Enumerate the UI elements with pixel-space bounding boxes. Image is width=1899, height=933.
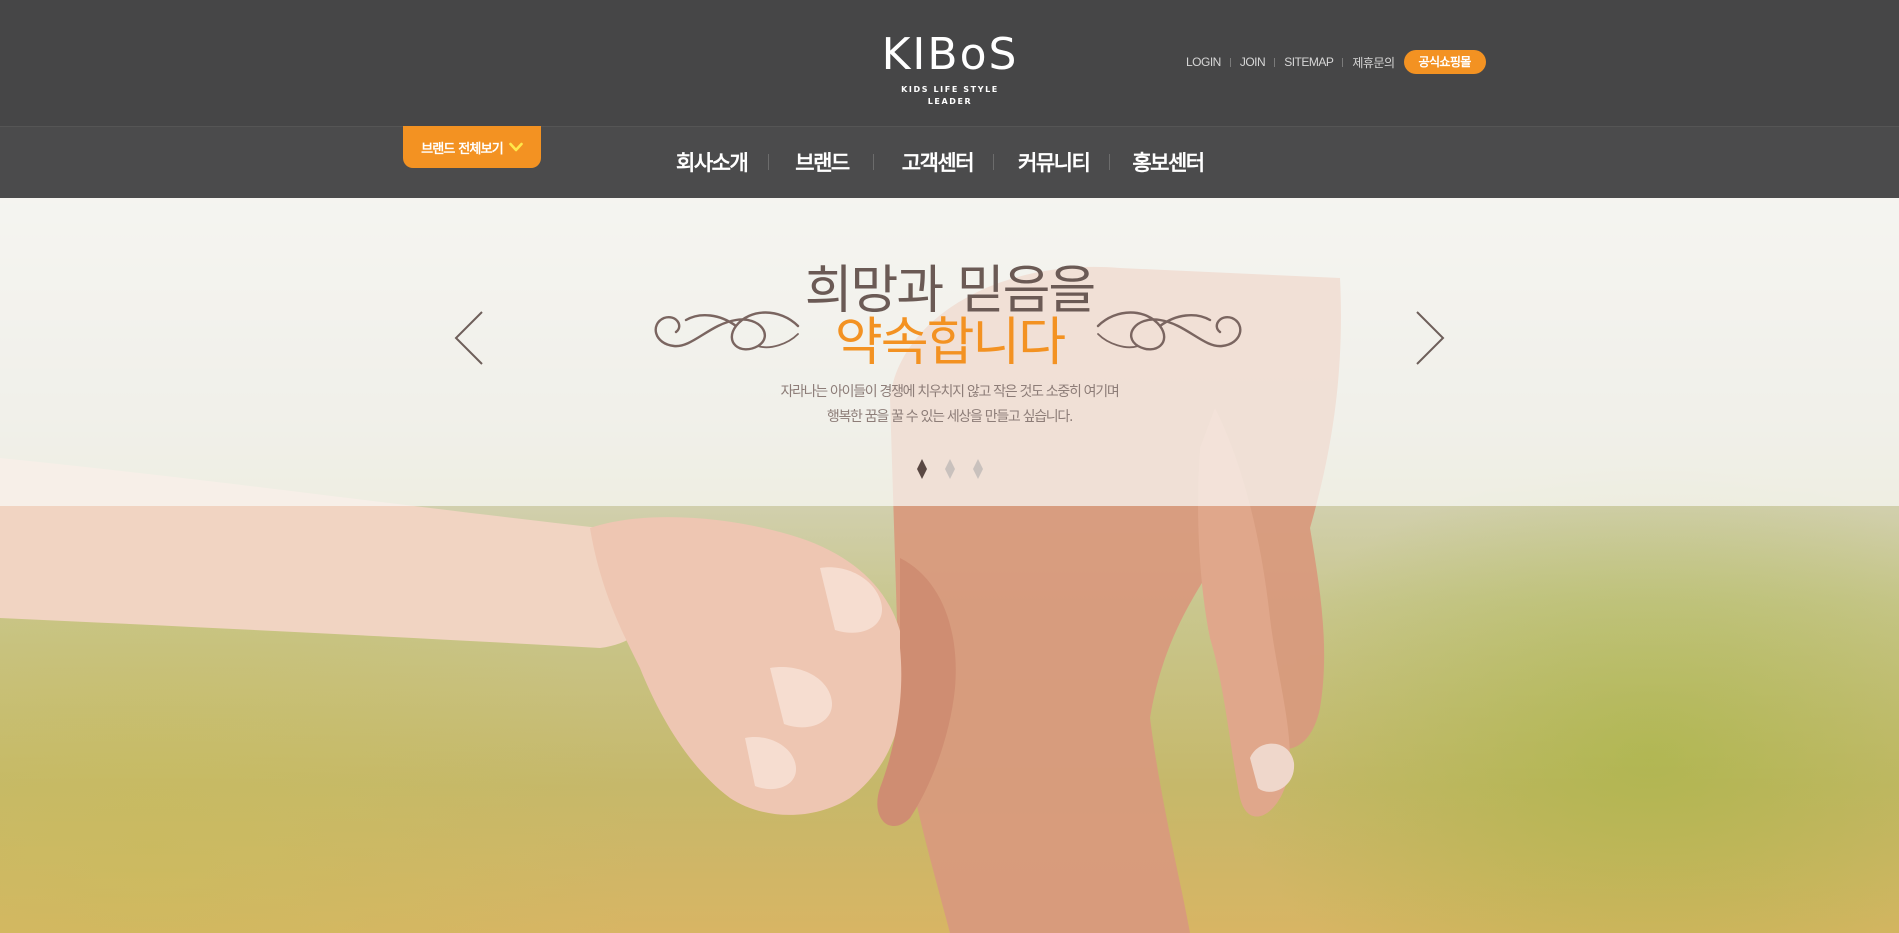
chevron-right-icon[interactable]	[1413, 308, 1447, 368]
hero-slider: 희망과 믿음을 약속합니다 자라나는 아이들이 경쟁에 치우치지 않고 작은 것…	[0, 198, 1899, 933]
top-header: KIBoS KIDS LIFE STYLE LEADER LOGIN JOIN …	[0, 0, 1899, 126]
diamond-icon[interactable]	[916, 458, 928, 480]
divider	[1342, 57, 1344, 67]
logo-mark: KIBoS	[881, 29, 1019, 80]
site-logo[interactable]: KIBoS KIDS LIFE STYLE LEADER	[880, 28, 1020, 106]
menu-item-company[interactable]: 회사소개	[676, 147, 749, 177]
logo-tagline: KIDS LIFE STYLE LEADER	[901, 85, 999, 106]
headline-line-2: 약속합니다	[834, 313, 1066, 373]
chevron-left-icon[interactable]	[452, 308, 486, 368]
partnership-link[interactable]: 제휴문의	[1352, 54, 1395, 71]
sitemap-link[interactable]: SITEMAP	[1284, 55, 1334, 69]
hero-subtitle-line-1: 자라나는 아이들이 경쟁에 치우치지 않고 작은 것도 소중히 여기며	[780, 384, 1120, 400]
menu-item-brand[interactable]: 브랜드	[795, 147, 850, 177]
menu-divider	[768, 154, 770, 170]
menu-divider	[872, 154, 874, 170]
main-menu: 회사소개 브랜드 고객센터 커뮤니티 홍보센터	[650, 126, 1205, 198]
divider	[1274, 57, 1276, 67]
brand-all-label: 브랜드 전체보기	[421, 141, 504, 157]
login-link[interactable]: LOGIN	[1186, 55, 1221, 69]
menu-item-pr-center[interactable]: 홍보센터	[1132, 147, 1205, 177]
menu-divider	[993, 154, 995, 170]
utility-nav: LOGIN JOIN SITEMAP 제휴문의 공식쇼핑몰	[1186, 50, 1486, 74]
hero-subtitle-line-2: 행복한 꿈을 꿀 수 있는 세상을 만들고 싶습니다.	[826, 409, 1074, 425]
official-shop-button[interactable]: 공식쇼핑몰	[1403, 50, 1486, 74]
menu-item-community[interactable]: 커뮤니티	[1018, 147, 1091, 177]
menu-item-customer-center[interactable]: 고객센터	[902, 147, 975, 177]
diamond-icon[interactable]	[944, 458, 956, 480]
brand-all-button[interactable]: 브랜드 전체보기	[403, 126, 541, 168]
chevron-down-icon	[509, 142, 523, 152]
ornament-flourish-icon	[654, 311, 800, 351]
diamond-icon[interactable]	[972, 458, 984, 480]
ornament-flourish-icon	[1096, 311, 1242, 351]
divider	[1229, 57, 1231, 67]
slide-indicators	[916, 456, 984, 482]
join-link[interactable]: JOIN	[1240, 55, 1266, 69]
menu-divider	[1109, 154, 1111, 170]
